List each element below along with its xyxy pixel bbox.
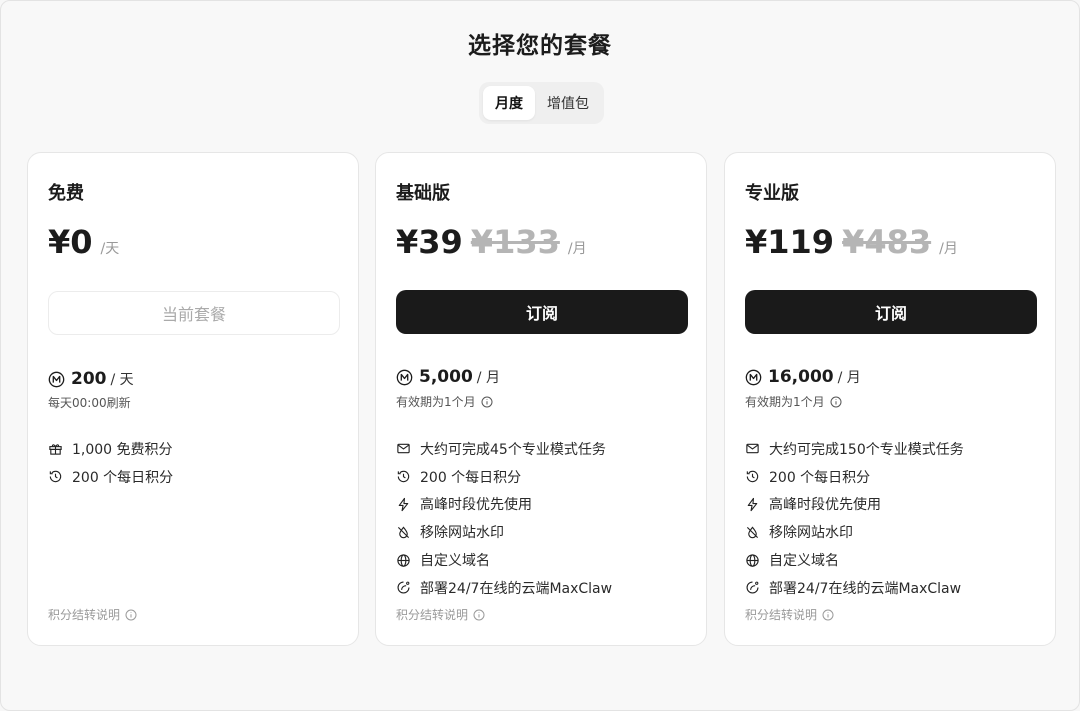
cloud-agent-icon	[746, 581, 759, 594]
cloud-agent-icon	[397, 581, 410, 594]
mail-icon	[397, 444, 410, 454]
list-item: 移除网站水印	[396, 518, 612, 546]
credits-summary: 200 / 天	[48, 369, 134, 389]
credits-summary: 16,000 / 月	[745, 367, 861, 387]
current-price: ¥119	[745, 223, 835, 261]
feature-text: 移除网站水印	[420, 525, 504, 542]
history-icon	[397, 470, 410, 483]
history-icon	[746, 470, 759, 483]
tab-monthly[interactable]: 月度	[483, 86, 535, 120]
feature-text: 大约可完成150个专业模式任务	[769, 441, 964, 458]
list-item: 部署24/7在线的云端MaxClaw	[396, 574, 612, 602]
original-price: ¥133	[470, 223, 560, 261]
mail-icon	[746, 444, 759, 454]
plan-price: ¥39 ¥133 /月	[396, 223, 587, 261]
feature-list: 1,000 免费积分 200 个每日积分	[48, 435, 173, 491]
subscribe-button[interactable]: 订阅	[396, 290, 688, 334]
list-item: 大约可完成45个专业模式任务	[396, 435, 612, 463]
plan-name: 免费	[48, 183, 84, 204]
gift-icon	[49, 444, 62, 456]
info-icon[interactable]	[822, 609, 834, 621]
feature-text: 自定义域名	[420, 553, 490, 570]
info-icon[interactable]	[125, 609, 137, 621]
list-item: 高峰时段优先使用	[745, 491, 964, 519]
no-watermark-icon	[746, 526, 759, 538]
footer-note-text: 积分结转说明	[396, 608, 469, 622]
feature-text: 高峰时段优先使用	[769, 497, 881, 514]
plan-price: ¥0 /天	[48, 223, 119, 261]
credits-amount: 5,000	[419, 367, 473, 387]
feature-text: 大约可完成45个专业模式任务	[420, 441, 606, 458]
credits-note: 每天00:00刷新	[48, 396, 131, 410]
list-item: 部署24/7在线的云端MaxClaw	[745, 574, 964, 602]
feature-text: 1,000 免费积分	[72, 441, 173, 458]
feature-text: 自定义域名	[769, 553, 839, 570]
list-item: 自定义域名	[396, 546, 612, 574]
list-item: 大约可完成150个专业模式任务	[745, 435, 964, 463]
list-item: 200 个每日积分	[396, 463, 612, 491]
credit-coin-icon	[745, 369, 762, 385]
plan-card-free: 免费 ¥0 /天 当前套餐 200 / 天 每天00:00刷新 1,000 免费…	[27, 152, 359, 646]
no-watermark-icon	[397, 526, 410, 538]
footer-note-text: 积分结转说明	[745, 608, 818, 622]
credits-validity: 有效期为1个月	[396, 393, 493, 410]
feature-text: 高峰时段优先使用	[420, 497, 532, 514]
history-icon	[49, 470, 62, 483]
plan-name: 基础版	[396, 183, 450, 204]
credits-amount: 200	[71, 369, 107, 389]
original-price: ¥483	[842, 223, 932, 261]
list-item: 1,000 免费积分	[48, 435, 173, 463]
credits-rollover-link[interactable]: 积分结转说明	[745, 606, 834, 623]
feature-text: 部署24/7在线的云端MaxClaw	[769, 580, 962, 597]
list-item: 高峰时段优先使用	[396, 491, 612, 519]
credit-coin-icon	[48, 371, 65, 387]
plan-price: ¥119 ¥483 /月	[745, 223, 958, 261]
credits-rollover-link[interactable]: 积分结转说明	[48, 606, 137, 623]
credits-note: 有效期为1个月	[396, 395, 476, 409]
info-icon[interactable]	[481, 396, 493, 408]
feature-text: 200 个每日积分	[72, 469, 174, 486]
list-item: 自定义域名	[745, 546, 964, 574]
price-unit: /天	[100, 241, 120, 257]
feature-text: 200 个每日积分	[769, 469, 871, 486]
subscribe-button[interactable]: 订阅	[745, 290, 1037, 334]
current-plan-button[interactable]: 当前套餐	[48, 291, 340, 335]
credits-rollover-link[interactable]: 积分结转说明	[396, 606, 485, 623]
credits-validity: 有效期为1个月	[745, 393, 842, 410]
credit-coin-icon	[396, 369, 413, 385]
credits-note: 有效期为1个月	[745, 395, 825, 409]
lightning-icon	[398, 497, 409, 512]
list-item: 200 个每日积分	[48, 463, 173, 491]
page-title: 选择您的套餐	[468, 33, 612, 59]
feature-text: 200 个每日积分	[420, 469, 522, 486]
footer-note-text: 积分结转说明	[48, 608, 121, 622]
credits-unit: / 月	[476, 370, 500, 386]
feature-text: 部署24/7在线的云端MaxClaw	[420, 580, 613, 597]
billing-period-toggle: 月度 增值包	[479, 82, 604, 124]
info-icon[interactable]	[830, 396, 842, 408]
list-item: 移除网站水印	[745, 518, 964, 546]
info-icon[interactable]	[473, 609, 485, 621]
current-price: ¥0	[48, 223, 93, 261]
plan-card-basic: 基础版 ¥39 ¥133 /月 订阅 5,000 / 月 有效期为1个月 大约可…	[375, 152, 707, 646]
list-item: 200 个每日积分	[745, 463, 964, 491]
price-unit: /月	[939, 241, 958, 257]
credits-unit: / 月	[837, 370, 861, 386]
globe-icon	[397, 553, 410, 567]
credits-summary: 5,000 / 月	[396, 367, 500, 387]
current-price: ¥39	[396, 223, 463, 261]
price-unit: /月	[567, 241, 587, 257]
credits-amount: 16,000	[768, 367, 834, 387]
feature-list: 大约可完成150个专业模式任务 200 个每日积分 高峰时段优先使用 移除网站水…	[745, 435, 964, 602]
feature-list: 大约可完成45个专业模式任务 200 个每日积分 高峰时段优先使用 移除网站水印…	[396, 435, 612, 602]
credits-unit: / 天	[110, 372, 134, 388]
globe-icon	[746, 553, 759, 567]
plan-card-pro: 专业版 ¥119 ¥483 /月 订阅 16,000 / 月 有效期为1个月 大…	[724, 152, 1056, 646]
feature-text: 移除网站水印	[769, 525, 853, 542]
tab-addon-packs[interactable]: 增值包	[537, 86, 599, 120]
lightning-icon	[747, 497, 758, 512]
plan-name: 专业版	[745, 183, 799, 204]
